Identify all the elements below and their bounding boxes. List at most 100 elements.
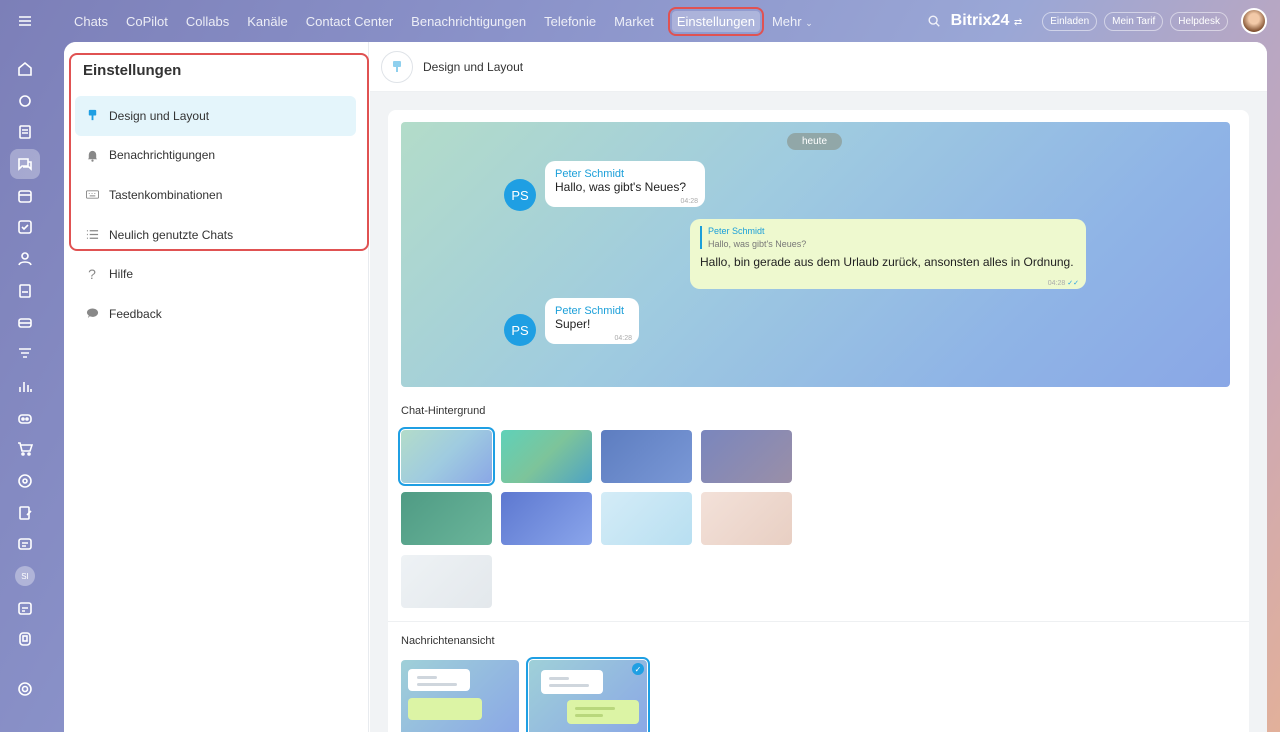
background-option[interactable] — [401, 492, 492, 545]
double-check-icon: ✓✓ — [1067, 280, 1079, 287]
analytics-icon[interactable] — [10, 371, 40, 401]
background-option[interactable] — [601, 430, 692, 483]
message-bubble: Peter Schmidt Super! 04:28 — [545, 298, 639, 344]
invite-button[interactable]: Einladen — [1042, 11, 1098, 31]
message-time: 04:28 — [680, 198, 698, 205]
message-time: 04:28 ✓✓ — [1048, 279, 1079, 287]
message-view-option-selected[interactable]: ✓ — [526, 657, 650, 732]
nav-telefonie[interactable]: Telefonie — [544, 14, 596, 29]
settings-icon[interactable] — [10, 674, 40, 704]
sample-bubble — [408, 698, 482, 720]
sample-bubble — [541, 670, 603, 694]
message-text: Hallo, bin gerade aus dem Urlaub zurück,… — [700, 255, 1074, 269]
avatar-icon[interactable]: SI — [10, 561, 40, 591]
sample-bubble — [567, 700, 639, 724]
nav-einstellungen[interactable]: Einstellungen — [667, 6, 764, 36]
nav-benachrichtigungen[interactable]: Benachrichtigungen — [411, 14, 526, 29]
question-icon: ? — [88, 266, 96, 283]
sidebar-item-design[interactable]: Design und Layout — [75, 96, 356, 136]
calendar-icon[interactable] — [10, 181, 40, 211]
chat-icon[interactable] — [10, 149, 40, 180]
sample-line — [575, 714, 603, 717]
sidebar-item-notifications[interactable]: Benachrichtigungen — [75, 136, 356, 176]
nav-copilot[interactable]: CoPilot — [126, 14, 168, 29]
filter-icon[interactable] — [10, 339, 40, 369]
background-option[interactable] — [701, 492, 792, 545]
box-icon[interactable] — [10, 624, 40, 654]
toggle-icon: ⇄ — [1013, 17, 1023, 28]
brush-icon — [381, 50, 413, 83]
page-title: Design und Layout — [423, 59, 524, 74]
settings-sidebar: Einstellungen Design und Layout Benachri… — [64, 42, 369, 732]
settings-menu: Design und Layout Benachrichtigungen Tas… — [75, 96, 356, 334]
menu-icon[interactable] — [10, 6, 40, 36]
avatar: PS — [504, 314, 536, 346]
message-view-option[interactable] — [401, 660, 519, 732]
copilot-icon[interactable] — [10, 86, 40, 116]
message-text: Hallo, was gibt's Neues? — [555, 180, 687, 194]
tasks-icon[interactable] — [10, 212, 40, 242]
message-author: Peter Schmidt — [555, 305, 625, 317]
reply-bubble: Peter Schmidt Hallo, was gibt's Neues? H… — [690, 219, 1086, 289]
contacts-icon[interactable] — [10, 244, 40, 274]
settings-panel: Einstellungen Design und Layout Benachri… — [64, 42, 1267, 732]
docs-icon[interactable] — [10, 276, 40, 306]
quote-text: Hallo, was gibt's Neues? — [708, 239, 807, 249]
sidebar-item-shortcuts[interactable]: Tastenkombinationen — [75, 175, 356, 215]
message-bubble: Peter Schmidt Hallo, was gibt's Neues? 0… — [545, 161, 705, 207]
message-time-value: 04:28 — [1047, 280, 1066, 287]
background-label: Chat-Hintergrund — [401, 405, 486, 417]
message-author: Peter Schmidt — [555, 168, 625, 180]
user-avatar[interactable] — [1241, 8, 1267, 34]
background-option[interactable] — [398, 427, 495, 486]
crm-icon[interactable] — [10, 308, 40, 338]
sample-bubble — [408, 669, 470, 691]
background-option[interactable] — [501, 430, 592, 483]
background-option[interactable] — [401, 555, 492, 608]
nav-mehr-label: Mehr — [771, 13, 802, 29]
tariff-button[interactable]: Mein Tarif — [1104, 11, 1164, 31]
target-icon[interactable] — [10, 466, 40, 496]
sample-line — [549, 677, 569, 680]
sidebar-title: Einstellungen — [83, 62, 182, 79]
message-time: 04:28 — [614, 335, 632, 342]
helpdesk-button[interactable]: Helpdesk — [1170, 11, 1228, 31]
background-option[interactable] — [701, 430, 792, 483]
avatar: PS — [504, 179, 536, 211]
nav-mehr[interactable]: Mehr ⌄ — [772, 14, 813, 29]
sidebar-item-label: Tastenkombinationen — [109, 187, 223, 202]
brand-label: Bitrix24 — [950, 12, 1010, 29]
nav-kanaele[interactable]: Kanäle — [247, 14, 287, 29]
sample-line — [575, 707, 615, 710]
brand-logo[interactable]: Bitrix24 ⇄ — [951, 12, 1023, 30]
nav-contact-center[interactable]: Contact Center — [306, 14, 393, 29]
top-bar: Chats CoPilot Collabs Kanäle Contact Cen… — [64, 0, 1280, 42]
feed-icon[interactable] — [10, 117, 40, 147]
background-option[interactable] — [601, 492, 692, 545]
shop-icon[interactable] — [10, 434, 40, 464]
view-label: Nachrichtenansicht — [401, 635, 495, 647]
sidebar-item-feedback[interactable]: Feedback — [75, 294, 356, 334]
home-icon[interactable] — [10, 54, 40, 84]
planner-icon[interactable] — [10, 593, 40, 623]
sign-icon[interactable] — [10, 498, 40, 528]
nav-chats[interactable]: Chats — [74, 14, 108, 29]
chevron-down-icon: ⌄ — [805, 17, 813, 28]
card-icon[interactable] — [10, 529, 40, 559]
keyboard-icon — [85, 188, 99, 201]
sidebar-item-recent-chats[interactable]: Neulich genutzte Chats — [75, 215, 356, 255]
sample-line — [549, 684, 589, 687]
nav-collabs[interactable]: Collabs — [186, 14, 229, 29]
sidebar-item-help[interactable]: ? Hilfe — [75, 254, 356, 294]
nav-market[interactable]: Market — [614, 14, 654, 29]
list-icon — [85, 228, 99, 241]
sidebar-item-label: Neulich genutzte Chats — [109, 227, 234, 242]
date-chip: heute — [787, 133, 843, 150]
settings-content: Design und Layout heute PS Peter Schmidt… — [370, 42, 1267, 732]
robot-icon[interactable] — [10, 403, 40, 433]
speech-bubble-icon — [85, 307, 99, 320]
sample-line — [417, 683, 457, 686]
search-icon[interactable] — [927, 14, 941, 28]
sidebar-item-label: Feedback — [109, 306, 162, 321]
background-option[interactable] — [501, 492, 592, 545]
